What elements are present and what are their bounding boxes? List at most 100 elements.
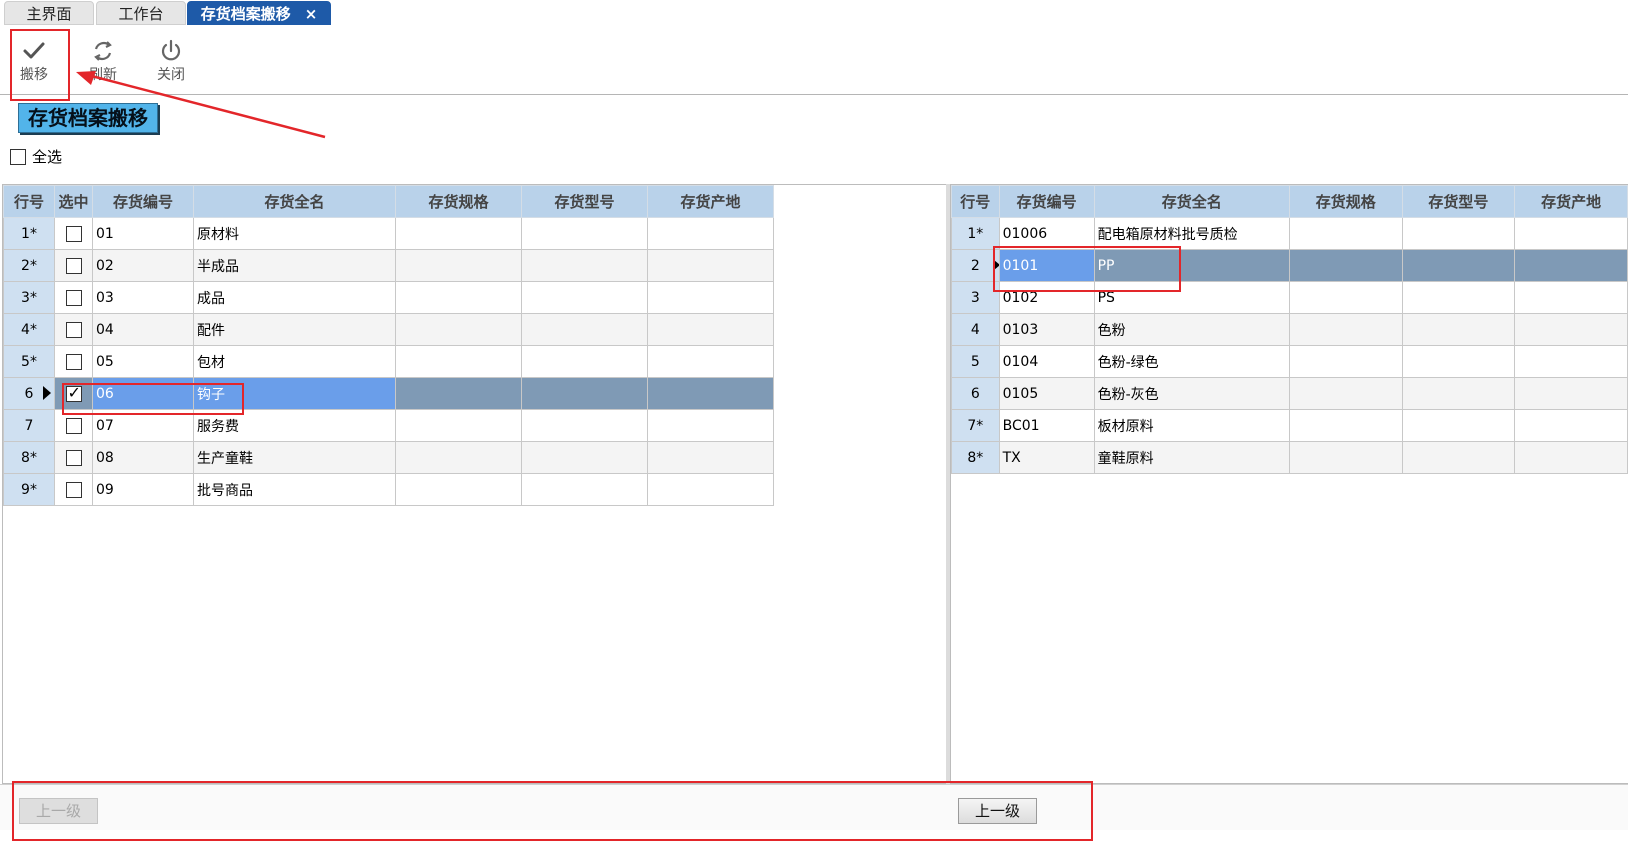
model-cell[interactable] (1401, 313, 1516, 346)
table-row[interactable]: 6 06钩子 (3, 377, 774, 410)
col-header[interactable]: 行号 (951, 185, 1000, 218)
name-cell[interactable]: 配件 (193, 313, 396, 346)
code-cell[interactable]: 05 (92, 345, 194, 378)
name-cell[interactable]: 钩子 (193, 377, 396, 410)
select-cell[interactable] (54, 377, 93, 410)
model-cell[interactable] (521, 345, 648, 378)
code-cell[interactable]: 0105 (998, 377, 1095, 410)
origin-cell[interactable] (647, 249, 774, 282)
table-row[interactable]: 3* 03 成品 (3, 281, 774, 314)
origin-cell[interactable] (1514, 345, 1628, 378)
spec-cell[interactable] (1288, 249, 1403, 282)
code-cell[interactable]: TX (998, 441, 1095, 474)
model-cell[interactable] (521, 313, 648, 346)
tab-main[interactable]: 主界面 (4, 1, 94, 25)
col-header[interactable]: 存货规格 (395, 185, 522, 218)
name-cell[interactable]: 半成品 (193, 249, 396, 282)
table-row[interactable]: 9* 09 批号商品 (3, 473, 774, 506)
select-cell[interactable] (54, 345, 93, 378)
table-row[interactable]: 7 07 服务费 (3, 409, 774, 442)
code-cell[interactable]: 0101 (998, 249, 1095, 282)
col-header[interactable]: 存货编号 (998, 185, 1095, 218)
row-checkbox[interactable] (65, 481, 82, 498)
table-row[interactable]: 7* BC01 板材原料 (951, 409, 1628, 442)
name-cell[interactable]: PS (1093, 281, 1290, 314)
origin-cell[interactable] (647, 313, 774, 346)
origin-cell[interactable] (647, 441, 774, 474)
move-button[interactable]: 搬移 (9, 36, 59, 84)
spec-cell[interactable] (395, 377, 522, 410)
origin-cell[interactable] (647, 217, 774, 250)
table-row[interactable]: 6 0105 色粉-灰色 (951, 377, 1628, 410)
model-cell[interactable] (1401, 345, 1516, 378)
table-row[interactable]: 2* 02 半成品 (3, 249, 774, 282)
spec-cell[interactable] (1288, 345, 1403, 378)
origin-cell[interactable] (1514, 441, 1628, 474)
row-checkbox[interactable] (65, 449, 82, 466)
name-cell[interactable]: PP (1093, 249, 1290, 282)
model-cell[interactable] (1401, 217, 1516, 250)
code-cell[interactable]: 0102 (998, 281, 1095, 314)
name-cell[interactable]: 成品 (193, 281, 396, 314)
name-cell[interactable]: 色粉 (1093, 313, 1290, 346)
model-cell[interactable] (1401, 409, 1516, 442)
tab-workbench[interactable]: 工作台 (96, 1, 186, 25)
row-checkbox[interactable] (65, 417, 82, 434)
spec-cell[interactable] (395, 345, 522, 378)
col-header[interactable]: 存货全名 (1093, 185, 1290, 218)
row-checkbox[interactable] (65, 321, 82, 338)
row-checkbox[interactable] (65, 353, 82, 370)
col-header[interactable]: 存货全名 (193, 185, 396, 218)
select-cell[interactable] (54, 281, 93, 314)
select-cell[interactable] (54, 217, 93, 250)
origin-cell[interactable] (647, 377, 774, 410)
model-cell[interactable] (521, 441, 648, 474)
name-cell[interactable]: 色粉-灰色 (1093, 377, 1290, 410)
code-cell[interactable]: 03 (92, 281, 194, 314)
origin-cell[interactable] (1514, 377, 1628, 410)
spec-cell[interactable] (395, 281, 522, 314)
spec-cell[interactable] (395, 473, 522, 506)
origin-cell[interactable] (1514, 249, 1628, 282)
name-cell[interactable]: 生产童鞋 (193, 441, 396, 474)
left-up-level-button[interactable]: 上一级 (19, 798, 99, 824)
table-row[interactable]: 4 0103 色粉 (951, 313, 1628, 346)
right-up-level-button[interactable]: 上一级 (958, 798, 1038, 824)
spec-cell[interactable] (395, 249, 522, 282)
close-icon[interactable]: × (305, 5, 318, 23)
row-checkbox[interactable] (65, 383, 82, 402)
select-cell[interactable] (54, 409, 93, 442)
spec-cell[interactable] (1288, 313, 1403, 346)
col-header[interactable]: 选中 (54, 185, 93, 218)
code-cell[interactable]: 04 (92, 313, 194, 346)
code-cell[interactable]: BC01 (998, 409, 1095, 442)
origin-cell[interactable] (1514, 217, 1628, 250)
model-cell[interactable] (521, 281, 648, 314)
code-cell[interactable]: 07 (92, 409, 194, 442)
select-all-box[interactable] (10, 148, 26, 165)
code-cell[interactable]: 09 (92, 473, 194, 506)
name-cell[interactable]: 配电箱原材料批号质检 (1093, 217, 1290, 250)
table-row[interactable]: 5* 05 包材 (3, 345, 774, 378)
refresh-button[interactable]: 刷新 (78, 36, 128, 84)
table-row[interactable]: 2 0101 PP (951, 249, 1628, 282)
table-row[interactable]: 5 0104 色粉-绿色 (951, 345, 1628, 378)
model-cell[interactable] (1401, 441, 1516, 474)
col-header[interactable]: 存货编号 (92, 185, 194, 218)
spec-cell[interactable] (1288, 217, 1403, 250)
spec-cell[interactable] (395, 217, 522, 250)
table-row[interactable]: 4* 04 配件 (3, 313, 774, 346)
model-cell[interactable] (521, 249, 648, 282)
table-row[interactable]: 8* TX 童鞋原料 (951, 441, 1628, 474)
name-cell[interactable]: 服务费 (193, 409, 396, 442)
table-row[interactable]: 1* 01 原材料 (3, 217, 774, 250)
name-cell[interactable]: 板材原料 (1093, 409, 1290, 442)
table-row[interactable]: 8* 08 生产童鞋 (3, 441, 774, 474)
model-cell[interactable] (1401, 377, 1516, 410)
origin-cell[interactable] (647, 281, 774, 314)
origin-cell[interactable] (1514, 313, 1628, 346)
name-cell[interactable]: 童鞋原料 (1093, 441, 1290, 474)
origin-cell[interactable] (647, 345, 774, 378)
row-checkbox[interactable] (65, 225, 82, 242)
close-button[interactable]: 关闭 (146, 36, 196, 84)
